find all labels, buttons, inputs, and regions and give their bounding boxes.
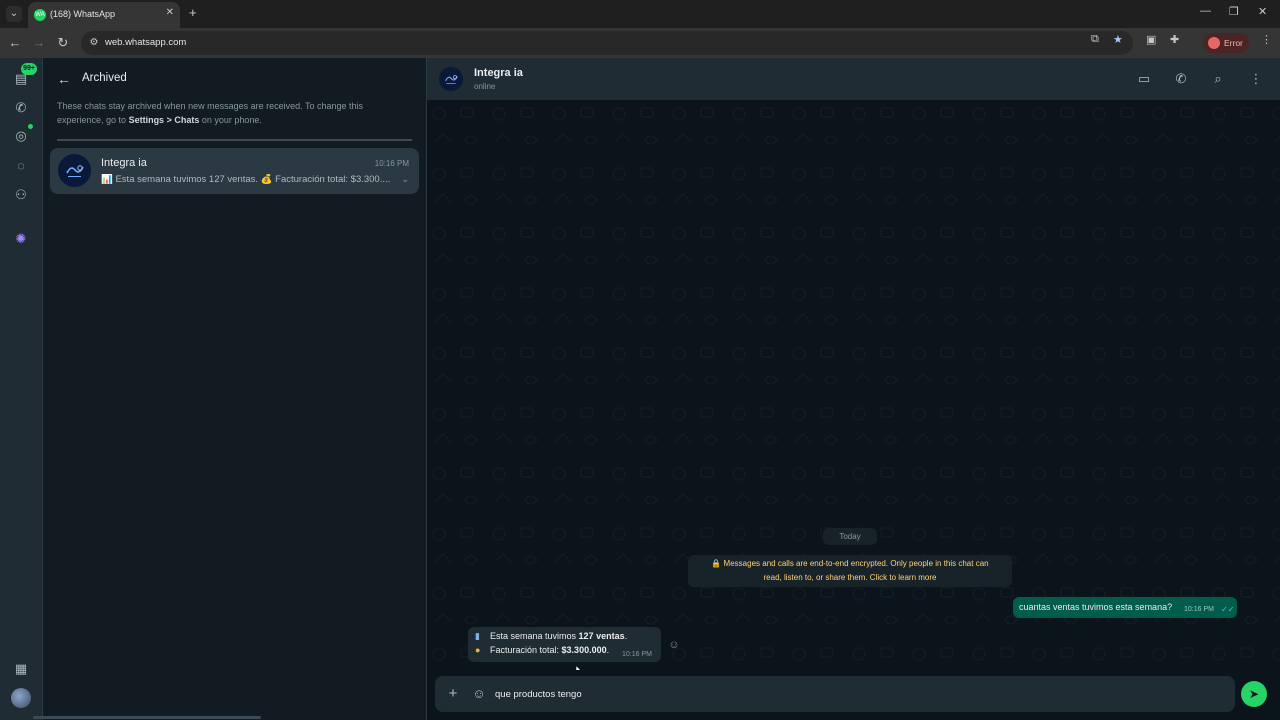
integra-logo-icon bbox=[439, 67, 463, 91]
conversation-header[interactable]: Integra ia online ▭ ✆ ⌕ ⋮ bbox=[427, 58, 1280, 100]
message-text: . bbox=[606, 645, 610, 655]
integra-logo-icon bbox=[58, 154, 91, 187]
message-time: 10:16 PM bbox=[1184, 606, 1214, 613]
encryption-notice-line: 🔒 Messages and calls are end-to-end encr… bbox=[711, 559, 989, 568]
archived-panel: ← Archived These chats stay archived whe… bbox=[43, 58, 427, 720]
extension-icon[interactable]: ▣ bbox=[1146, 33, 1156, 46]
tab-title: (168) WhatsApp bbox=[50, 9, 116, 19]
browser-menu-icon[interactable]: ⋮ bbox=[1261, 33, 1272, 46]
address-url: web.whatsapp.com bbox=[105, 37, 187, 48]
restore-icon[interactable]: ❐ bbox=[1229, 5, 1239, 18]
message-input[interactable] bbox=[495, 684, 1215, 704]
install-app-icon[interactable]: ⧉ bbox=[1091, 33, 1099, 46]
message-text: Esta semana tuvimos bbox=[490, 631, 579, 641]
browser-tab[interactable]: WA (168) WhatsApp ✕ bbox=[28, 2, 180, 28]
phone-icon[interactable]: ✆ bbox=[1173, 71, 1189, 87]
contact-avatar[interactable] bbox=[439, 67, 463, 91]
chat-time: 10:16 PM bbox=[374, 159, 409, 168]
archived-info-text: These chats stay archived when new messa… bbox=[57, 100, 397, 127]
archived-header: ← Archived bbox=[43, 58, 427, 100]
encryption-notice-line: read, listen to, or share them. Click to… bbox=[763, 572, 937, 582]
conversation-panel: Integra ia online ▭ ✆ ⌕ ⋮ Today 🔒 Messag… bbox=[427, 58, 1280, 720]
status-icon[interactable]: ◎ bbox=[13, 128, 29, 144]
incoming-message[interactable]: ▮ Esta semana tuvimos 127 ventas. ● Fact… bbox=[468, 627, 661, 662]
whatsapp-app: ▤ 99+ ✆ ◎ ◌ ⚇ ✺ ▦ ← Archived These chats… bbox=[0, 58, 1280, 720]
message-text: Facturación total: bbox=[490, 645, 562, 655]
back-icon[interactable]: ← bbox=[7, 35, 23, 51]
status-dot bbox=[28, 124, 33, 129]
send-button[interactable]: ➤ bbox=[1241, 681, 1267, 707]
scrollbar[interactable] bbox=[33, 716, 261, 719]
bar-chart-emoji-icon: ▮ bbox=[475, 631, 480, 641]
chat-list-item[interactable]: Integra ia 10:16 PM 📊 Esta semana tuvimo… bbox=[50, 148, 419, 194]
profile-avatar-icon bbox=[1208, 37, 1220, 49]
new-tab-icon[interactable]: + bbox=[189, 5, 197, 20]
browser-tab-bar: ⌄ WA (168) WhatsApp ✕ + — ❐ ✕ bbox=[0, 0, 1280, 28]
chevron-down-icon[interactable]: ⌄ bbox=[401, 174, 409, 185]
message-text: . bbox=[624, 631, 628, 641]
chats-unread-badge: 99+ bbox=[21, 63, 37, 75]
outgoing-message[interactable]: cuantas ventas tuvimos esta semana? 10:1… bbox=[1013, 597, 1237, 618]
chat-preview: 📊 Esta semana tuvimos 127 ventas. 💰 Fact… bbox=[101, 174, 391, 185]
channels-icon[interactable]: ◌ bbox=[13, 158, 29, 174]
chat-name: Integra ia bbox=[101, 157, 147, 169]
media-icon[interactable]: ▦ bbox=[13, 661, 29, 677]
message-time: 10:16 PM bbox=[622, 651, 652, 658]
message-bold-text: $3.300.000 bbox=[561, 645, 607, 655]
tab-search-icon[interactable]: ⌄ bbox=[6, 6, 22, 22]
forward-icon[interactable]: → bbox=[31, 35, 47, 51]
back-arrow-icon[interactable]: ← bbox=[57, 71, 71, 87]
contact-status: online bbox=[474, 82, 496, 91]
archived-note-end: on your phone. bbox=[199, 114, 262, 125]
money-bag-emoji-icon: ● bbox=[475, 645, 481, 655]
encryption-notice[interactable]: 🔒 Messages and calls are end-to-end encr… bbox=[688, 555, 1012, 587]
archived-title: Archived bbox=[82, 72, 127, 84]
send-icon: ➤ bbox=[1248, 687, 1260, 701]
search-icon[interactable]: ⌕ bbox=[1210, 71, 1226, 87]
contact-name: Integra ia bbox=[474, 67, 523, 79]
bookmark-star-icon[interactable]: ★ bbox=[1113, 33, 1123, 46]
message-bold-text: 127 ventas bbox=[578, 631, 625, 641]
chat-avatar bbox=[58, 154, 91, 187]
error-label: Error bbox=[1224, 38, 1243, 48]
date-separator: Today bbox=[823, 528, 877, 545]
react-emoji-icon[interactable]: ☺ bbox=[667, 638, 681, 652]
kebab-menu-icon[interactable]: ⋮ bbox=[1248, 71, 1264, 87]
video-camera-icon[interactable]: ▭ bbox=[1136, 71, 1152, 87]
extensions-puzzle-icon[interactable]: ✚ bbox=[1170, 33, 1179, 46]
tab-close-icon[interactable]: ✕ bbox=[166, 7, 174, 18]
read-receipt-icon: ✓✓ bbox=[1221, 605, 1235, 614]
close-window-icon[interactable]: ✕ bbox=[1258, 5, 1267, 18]
attach-plus-icon[interactable]: + bbox=[445, 686, 461, 702]
address-bar[interactable]: ⚙ web.whatsapp.com bbox=[81, 31, 1133, 55]
browser-toolbar: ← → ↻ ⚙ web.whatsapp.com ⧉ ★ ▣ ✚ Error ⋮ bbox=[0, 28, 1280, 58]
archived-note-settings: Settings > Chats bbox=[128, 114, 200, 125]
meta-ai-icon[interactable]: ✺ bbox=[13, 231, 29, 247]
message-line: Facturación total: $3.300.000. bbox=[490, 645, 609, 655]
composer-box: + ☺ bbox=[435, 676, 1235, 712]
message-line: Esta semana tuvimos 127 ventas. bbox=[490, 631, 627, 641]
whatsapp-favicon-icon: WA bbox=[34, 9, 46, 21]
site-info-icon[interactable]: ⚙ bbox=[87, 36, 101, 50]
divider bbox=[57, 139, 412, 141]
message-text: cuantas ventas tuvimos esta semana? bbox=[1019, 602, 1173, 612]
sticker-emoji-icon[interactable]: ☺ bbox=[471, 686, 487, 702]
message-composer: + ☺ ➤ bbox=[427, 670, 1280, 720]
reload-icon[interactable]: ↻ bbox=[55, 35, 71, 51]
communities-icon[interactable]: ⚇ bbox=[13, 187, 29, 203]
calls-icon[interactable]: ✆ bbox=[13, 100, 29, 116]
minimize-icon[interactable]: — bbox=[1200, 5, 1211, 17]
nav-rail: ▤ 99+ ✆ ◎ ◌ ⚇ ✺ ▦ bbox=[0, 58, 43, 720]
profile-error-button[interactable]: Error bbox=[1203, 33, 1249, 53]
profile-avatar[interactable] bbox=[11, 688, 31, 708]
